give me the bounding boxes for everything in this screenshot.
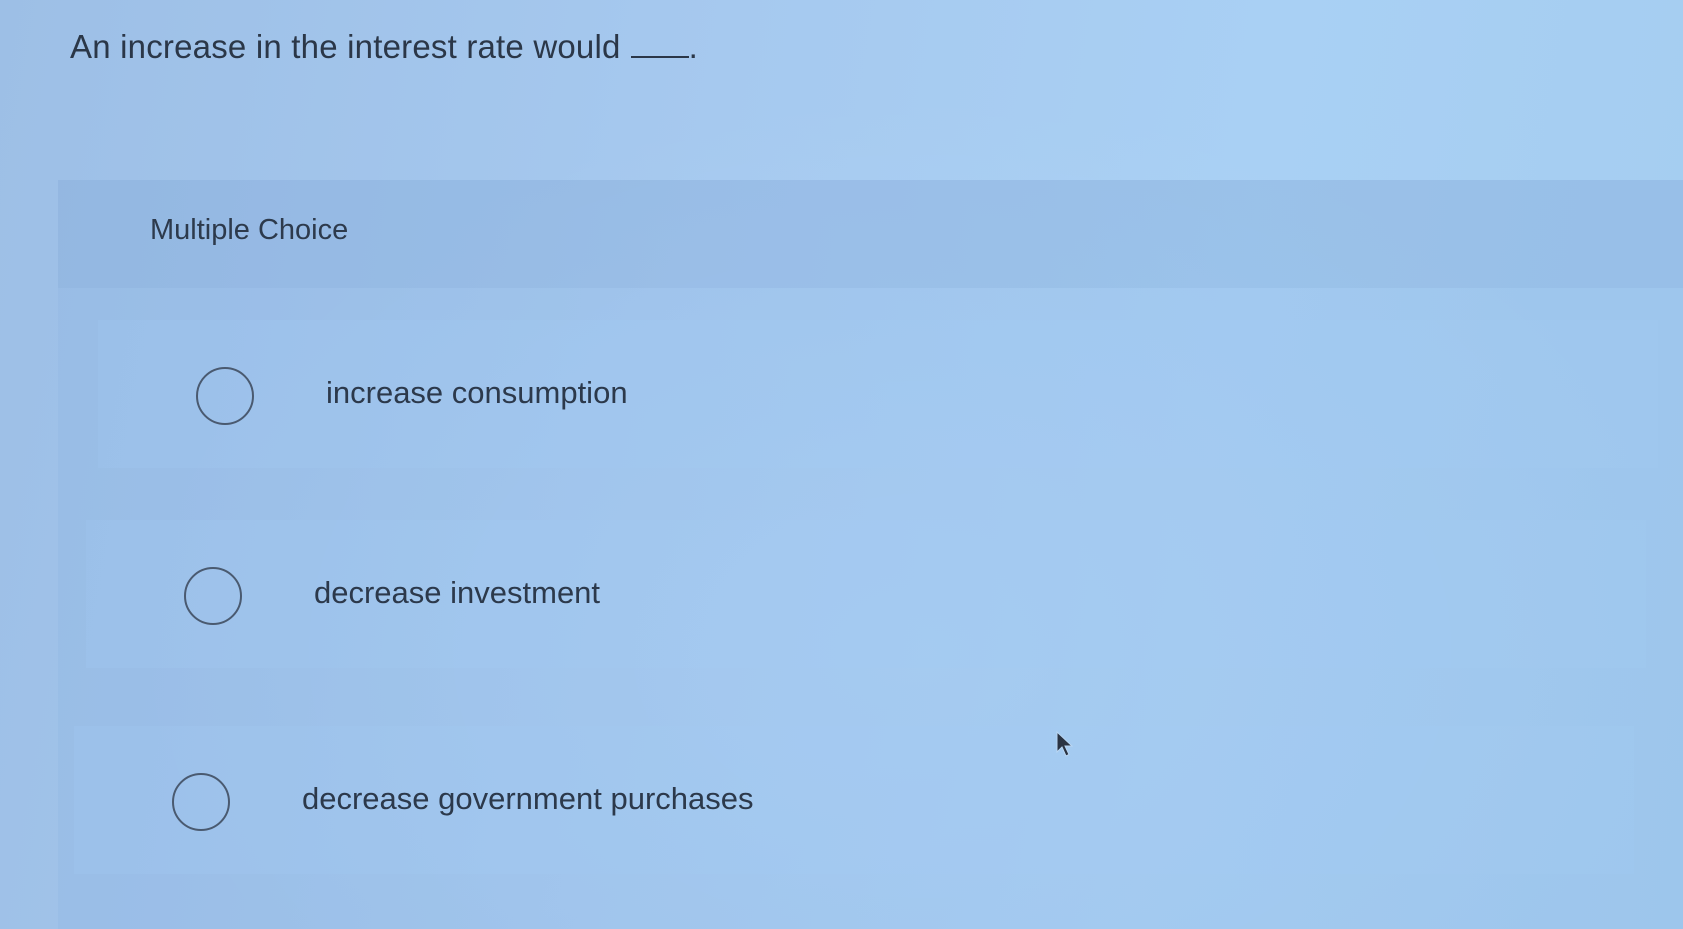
option-label[interactable]: decrease government purchases xyxy=(302,781,753,817)
question-text: An increase in the interest rate would xyxy=(70,28,621,65)
option-label[interactable]: increase consumption xyxy=(326,375,628,411)
panel-header: Multiple Choice xyxy=(58,180,1683,288)
option-label[interactable]: decrease investment xyxy=(314,575,600,611)
question-punctuation: . xyxy=(688,28,698,65)
radio-button[interactable] xyxy=(172,773,230,831)
option-decrease-government-purchases[interactable]: decrease government purchases xyxy=(74,726,1634,874)
answer-blank xyxy=(630,28,689,58)
radio-button[interactable] xyxy=(184,567,242,625)
option-increase-consumption[interactable]: increase consumption xyxy=(98,320,1658,468)
multiple-choice-panel: Multiple Choice increase consumption dec… xyxy=(58,180,1683,929)
option-decrease-investment[interactable]: decrease investment xyxy=(86,520,1646,668)
question-prompt: An increase in the interest rate would. xyxy=(70,28,698,66)
panel-label: Multiple Choice xyxy=(150,214,349,246)
radio-button[interactable] xyxy=(196,367,254,425)
